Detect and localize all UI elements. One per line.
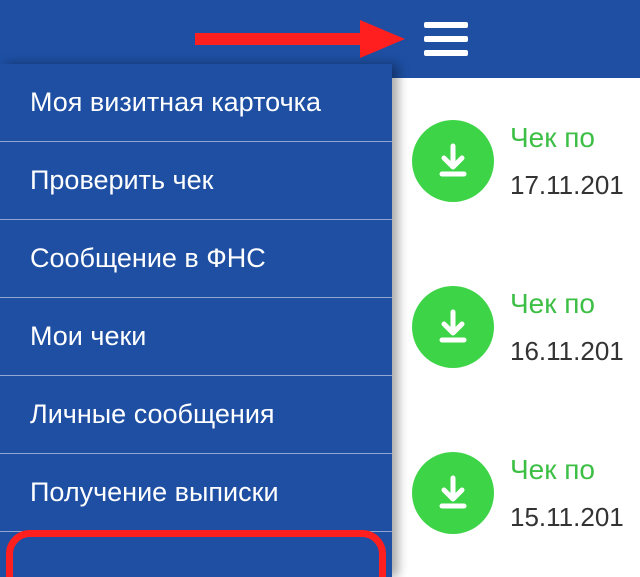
sidebar-item-label: Личные сообщения (30, 399, 275, 430)
list-item[interactable]: Чек по 17.11.201 (392, 78, 640, 244)
sidebar-item-label: Моя визитная карточка (30, 87, 321, 118)
sidebar-item-label: Сообщение в ФНС (30, 243, 266, 274)
receipt-list: Чек по 17.11.201 Чек по 16.11.201 (392, 78, 640, 577)
receipt-title: Чек по (510, 454, 595, 486)
receipt-title: Чек по (510, 122, 595, 154)
download-icon (412, 452, 494, 534)
sidebar-item-check-receipt[interactable]: Проверить чек (0, 142, 392, 220)
annotation-highlight-icon (6, 530, 386, 577)
app-screen: Чек по 17.11.201 Чек по 16.11.201 (0, 0, 640, 577)
hamburger-icon (424, 36, 468, 42)
sidebar-item-message-fns[interactable]: Сообщение в ФНС (0, 220, 392, 298)
receipt-date: 15.11.201 (510, 502, 624, 533)
sidebar-item-business-card[interactable]: Моя визитная карточка (0, 64, 392, 142)
hamburger-icon (424, 50, 468, 56)
sidebar-item-label: Получение выписки (30, 477, 279, 508)
sidebar-item-my-receipts[interactable]: Мои чеки (0, 298, 392, 376)
sidebar-item-label: Проверить чек (30, 165, 213, 196)
receipt-date: 17.11.201 (510, 170, 624, 201)
hamburger-menu-button[interactable] (424, 22, 468, 56)
annotation-arrow-icon (195, 16, 405, 62)
list-item[interactable]: Чек по 15.11.201 (392, 410, 640, 576)
list-item[interactable]: Чек по 16.11.201 (392, 244, 640, 410)
receipt-title: Чек по (510, 288, 595, 320)
sidebar-item-personal-messages[interactable]: Личные сообщения (0, 376, 392, 454)
hamburger-icon (424, 22, 468, 28)
download-icon (412, 286, 494, 368)
receipt-date: 16.11.201 (510, 336, 624, 367)
sidebar-item-label: Мои чеки (30, 321, 146, 352)
download-icon (412, 120, 494, 202)
sidebar-item-get-statement[interactable]: Получение выписки (0, 454, 392, 532)
sidebar-menu: Моя визитная карточка Проверить чек Сооб… (0, 64, 392, 577)
